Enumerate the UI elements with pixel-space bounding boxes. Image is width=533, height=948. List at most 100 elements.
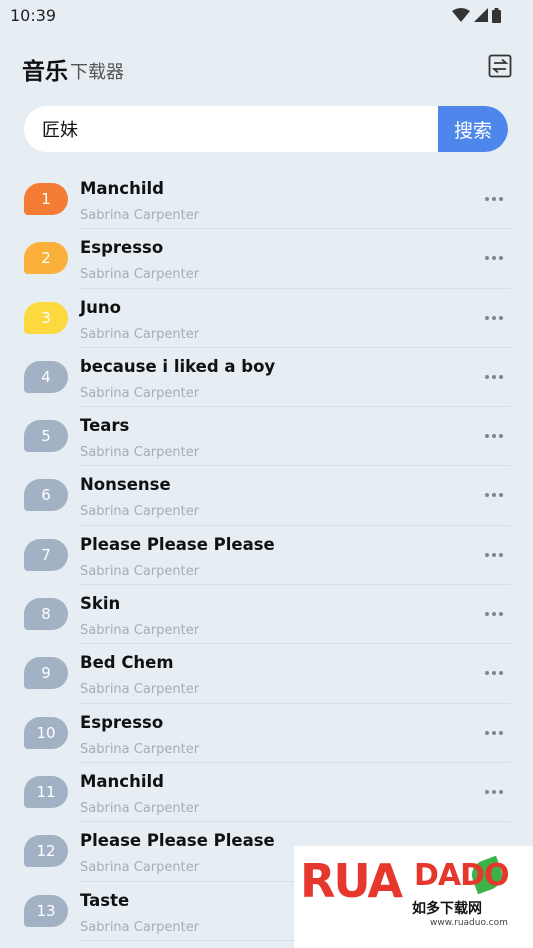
more-dot	[499, 493, 503, 498]
more-dot	[485, 315, 489, 320]
song-row[interactable]: 1 Manchild Sabrina Carpenter	[0, 170, 533, 230]
more-dot	[485, 730, 489, 735]
watermark-logo-text: RUA	[300, 854, 403, 908]
song-title: Espresso	[80, 238, 164, 258]
song-title: Bed Chem	[80, 653, 174, 673]
song-title: Tears	[80, 416, 130, 436]
more-dot	[485, 374, 489, 379]
search-bar: 搜索	[24, 106, 508, 152]
more-options-icon[interactable]	[483, 662, 505, 684]
rank-badge: 13	[24, 894, 68, 927]
watermark-logo: RUA DADO 如多下载网 www.ruaduo.com	[294, 846, 533, 948]
song-artist: Sabrina Carpenter	[80, 623, 200, 639]
more-dot	[492, 671, 496, 676]
more-dot	[485, 789, 489, 794]
song-title: because i liked a boy	[80, 356, 276, 376]
more-dot	[492, 612, 496, 617]
battery-icon	[492, 7, 501, 23]
rank-badge: 7	[24, 538, 68, 571]
more-dot	[499, 671, 503, 676]
rank-badge: 8	[24, 598, 68, 631]
song-title: Taste	[80, 890, 130, 910]
song-artist: Sabrina Carpenter	[80, 267, 200, 283]
song-row[interactable]: 8 Skin Sabrina Carpenter	[0, 585, 533, 645]
song-artist: Sabrina Carpenter	[80, 563, 200, 579]
song-row[interactable]: 6 Nonsense Sabrina Carpenter	[0, 466, 533, 527]
more-dot	[492, 789, 496, 794]
swap-icon	[488, 54, 512, 78]
more-options-icon[interactable]	[483, 603, 505, 625]
more-options-icon[interactable]	[483, 366, 505, 388]
more-dot	[492, 552, 496, 557]
more-options-icon[interactable]	[483, 484, 505, 506]
song-artist: Sabrina Carpenter	[80, 800, 200, 816]
more-dot	[499, 730, 503, 735]
more-dot	[485, 197, 489, 201]
watermark-url: www.ruaduo.com	[430, 918, 508, 928]
more-dot	[499, 315, 503, 320]
more-dot	[485, 434, 489, 439]
more-options-icon[interactable]	[483, 247, 505, 269]
watermark-logo-text2: DADO	[414, 858, 510, 893]
status-bar: 10:39	[0, 0, 533, 30]
song-artist: Sabrina Carpenter	[80, 504, 200, 520]
song-title: Espresso	[80, 712, 164, 732]
more-dot	[492, 374, 496, 379]
more-dot	[492, 315, 496, 320]
song-title: Juno	[80, 297, 121, 317]
more-dot	[492, 434, 496, 439]
song-title: Nonsense	[80, 475, 171, 495]
more-dot	[499, 256, 503, 261]
more-dot	[485, 671, 489, 676]
signal-icon	[474, 8, 488, 22]
more-options-icon[interactable]	[483, 781, 505, 803]
song-title: Please Please Please	[80, 534, 275, 554]
more-options-icon[interactable]	[483, 307, 505, 329]
search-input[interactable]	[24, 106, 438, 152]
rank-badge: 6	[24, 479, 68, 512]
more-dot	[492, 197, 496, 201]
song-artist: Sabrina Carpenter	[80, 682, 200, 698]
more-dot	[499, 374, 503, 379]
wifi-icon	[452, 8, 470, 22]
song-row[interactable]: 7 Please Please Please Sabrina Carpenter	[0, 526, 533, 586]
app-header: 音乐 下载器	[22, 52, 512, 86]
more-dot	[485, 256, 489, 261]
song-artist: Sabrina Carpenter	[80, 919, 200, 935]
more-dot	[492, 730, 496, 735]
song-artist: Sabrina Carpenter	[80, 860, 200, 876]
watermark-site-name: 如多下载网	[412, 901, 482, 917]
song-title: Manchild	[80, 771, 164, 791]
rank-badge: 11	[24, 775, 68, 808]
app-title: 音乐	[22, 59, 68, 85]
song-row[interactable]: 5 Tears Sabrina Carpenter	[0, 407, 533, 467]
more-dot	[499, 612, 503, 617]
search-button[interactable]: 搜索	[438, 106, 508, 152]
more-options-icon[interactable]	[483, 544, 505, 566]
song-row[interactable]: 4 because i liked a boy Sabrina Carpenter	[0, 348, 533, 408]
rank-badge: 2	[24, 242, 68, 275]
more-dot	[499, 434, 503, 439]
song-row[interactable]: 10 Espresso Sabrina Carpenter	[0, 704, 533, 764]
app-subtitle: 下载器	[70, 62, 124, 83]
rank-badge: 3	[24, 301, 68, 334]
song-title: Please Please Please	[80, 831, 275, 851]
status-icons	[452, 7, 501, 23]
song-artist: Sabrina Carpenter	[80, 385, 200, 401]
song-artist: Sabrina Carpenter	[80, 445, 200, 461]
more-dot	[492, 256, 496, 261]
switch-source-button[interactable]	[488, 54, 512, 78]
song-title: Skin	[80, 594, 121, 614]
more-dot	[485, 612, 489, 617]
more-options-icon[interactable]	[483, 425, 505, 447]
song-row[interactable]: 2 Espresso Sabrina Carpenter	[0, 229, 533, 289]
more-options-icon[interactable]	[483, 722, 505, 744]
song-list: 1 Manchild Sabrina Carpenter 2 Espresso Sabri…	[0, 170, 533, 942]
song-row[interactable]: 9 Bed Chem Sabrina Carpenter	[0, 644, 533, 704]
song-row[interactable]: 3 Juno Sabrina Carpenter	[0, 289, 533, 349]
rank-badge: 1	[24, 183, 68, 215]
more-dot	[485, 552, 489, 557]
more-options-icon[interactable]	[483, 188, 505, 210]
song-row[interactable]: 11 Manchild Sabrina Carpenter	[0, 763, 533, 823]
more-dot	[499, 552, 503, 557]
